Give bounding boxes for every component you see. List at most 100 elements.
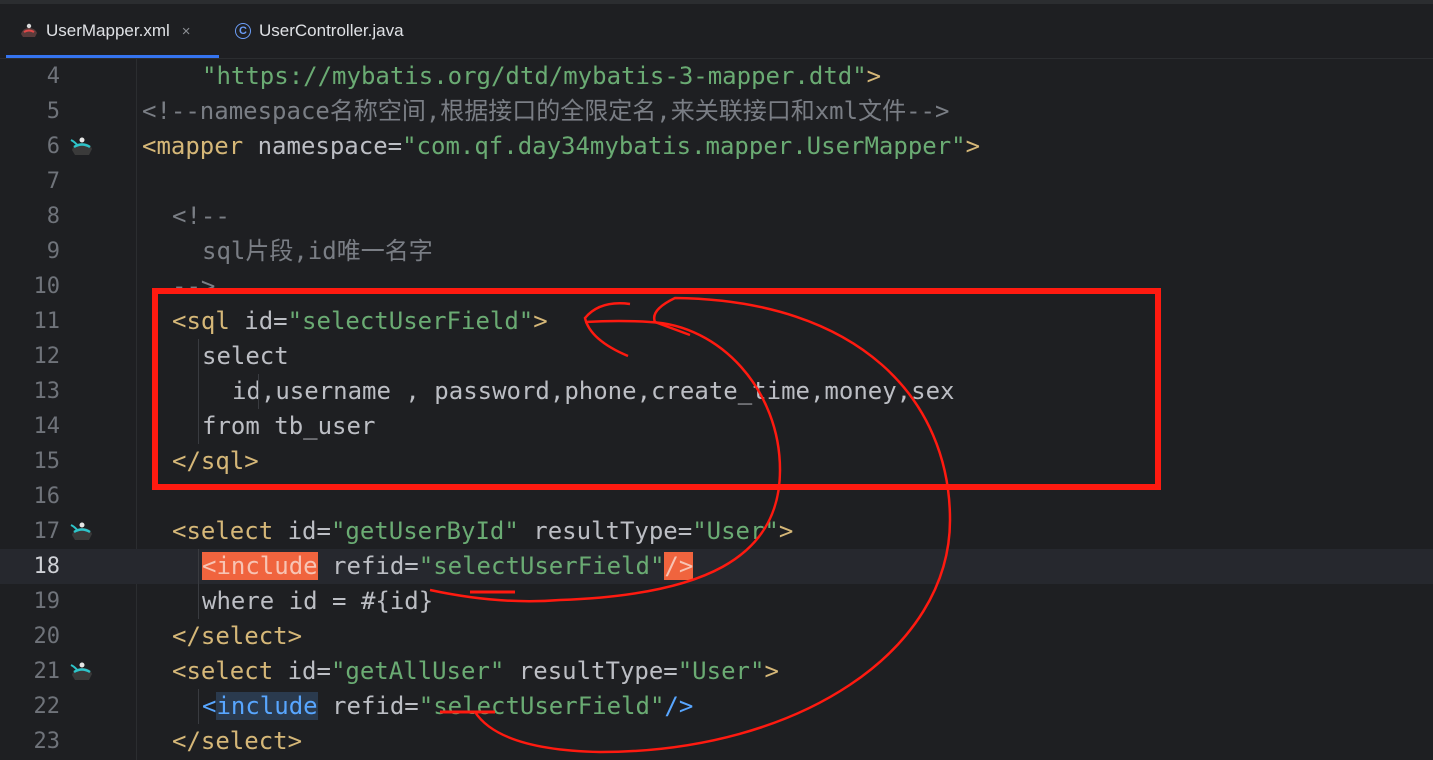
code-token: "https://mybatis.org/dtd/mybatis-3-mappe… xyxy=(202,62,867,90)
code-text: <select id="getAllUser" resultType="User… xyxy=(172,654,779,689)
code-text: </sql> xyxy=(172,444,259,479)
code-token: </select> xyxy=(172,622,303,650)
line-number: 15 xyxy=(33,449,61,474)
code-token: refid= xyxy=(317,692,419,720)
code-token: <!-- xyxy=(172,202,230,230)
line-number: 22 xyxy=(33,694,61,719)
mybatis-mapper-icon[interactable] xyxy=(68,659,96,683)
line-number: 12 xyxy=(33,344,61,369)
line-number: 6 xyxy=(46,134,60,159)
code-text: <!-- xyxy=(172,199,230,234)
code-token: <sql xyxy=(172,307,245,335)
code-line[interactable]: 14 from tb_user xyxy=(0,409,1433,444)
code-line[interactable]: 11 <sql id="selectUserField"> xyxy=(0,304,1433,339)
code-line[interactable]: 12 select xyxy=(0,339,1433,374)
line-number: 19 xyxy=(33,589,61,614)
code-token: > xyxy=(965,132,981,160)
code-token: select xyxy=(202,342,289,370)
code-token: from tb_user xyxy=(202,412,376,440)
code-token: --> xyxy=(172,272,216,300)
line-number: 11 xyxy=(33,309,61,334)
tab-label: UserController.java xyxy=(259,21,404,40)
code-token: "getUserById" xyxy=(330,517,519,545)
code-token: sql片段,id唯一名字 xyxy=(202,237,433,265)
line-number: 23 xyxy=(33,729,61,754)
code-token: "selectUserField" xyxy=(287,307,534,335)
mybatis-mapper-icon[interactable] xyxy=(68,519,96,543)
code-text: </select> xyxy=(172,724,302,759)
code-text: select xyxy=(202,339,289,374)
code-line[interactable]: 18 <include refid="selectUserField"/> xyxy=(0,549,1433,584)
code-token: refid= xyxy=(317,552,419,580)
code-token: "User" xyxy=(677,657,765,685)
code-text: from tb_user xyxy=(202,409,375,444)
code-line[interactable]: 9 sql片段,id唯一名字 xyxy=(0,234,1433,269)
code-line[interactable]: 17 <select id="getUserById" resultType="U… xyxy=(0,514,1433,549)
line-number: 21 xyxy=(33,659,61,684)
code-token: id= xyxy=(287,657,331,685)
line-number: 9 xyxy=(46,239,60,264)
code-token: > xyxy=(533,307,548,335)
code-text: "https://mybatis.org/dtd/mybatis-3-mappe… xyxy=(202,59,881,94)
code-line[interactable]: 19 where id = #{id} xyxy=(0,584,1433,619)
code-text: sql片段,id唯一名字 xyxy=(202,234,433,269)
close-icon[interactable]: × xyxy=(182,23,191,40)
code-line[interactable]: 6 <mapper namespace="com.qf.day34mybatis.… xyxy=(0,129,1433,164)
code-line[interactable]: 22 <include refid="selectUserField"/> xyxy=(0,689,1433,724)
code-token: <!--namespace名称空间,根据接口的全限定名,来关联接口和xml文件-… xyxy=(142,97,950,125)
code-text: <mapper namespace="com.qf.day34mybatis.m… xyxy=(142,129,980,164)
code-line[interactable]: 15 </sql> xyxy=(0,444,1433,479)
tab-usercontroller-java[interactable]: C UserController.java xyxy=(235,4,404,58)
code-text: </select> xyxy=(172,619,302,654)
indent-guide xyxy=(258,374,259,409)
mybatis-mapper-icon[interactable] xyxy=(68,134,96,158)
code-text: <sql id="selectUserField"> xyxy=(172,304,548,339)
code-line[interactable]: 23 </select> xyxy=(0,724,1433,759)
code-line[interactable]: 8 <!-- xyxy=(0,199,1433,234)
code-line[interactable]: 21 <select id="getAllUser" resultType="Us… xyxy=(0,654,1433,689)
code-token: </select> xyxy=(172,727,303,755)
code-token: < xyxy=(202,692,217,720)
code-token: resultType= xyxy=(504,657,678,685)
code-token: <mapper xyxy=(142,132,258,160)
line-number: 17 xyxy=(33,519,61,544)
indent-guide xyxy=(198,549,199,619)
code-token: "User" xyxy=(692,517,779,545)
code-editor[interactable]: 4 "https://mybatis.org/dtd/mybatis-3-mapp… xyxy=(0,59,1433,760)
code-line[interactable]: 10 --> xyxy=(0,269,1433,304)
line-number: 14 xyxy=(33,414,61,439)
code-text: <include refid="selectUserField"/> xyxy=(202,549,694,584)
active-tab-indicator xyxy=(6,55,219,58)
ibatis-icon xyxy=(21,23,37,37)
code-line[interactable]: 5 <!--namespace名称空间,根据接口的全限定名,来关联接口和xml文件… xyxy=(0,94,1433,129)
code-token: > xyxy=(866,62,882,90)
code-token: namespace= xyxy=(257,132,403,160)
line-number: 13 xyxy=(33,379,61,404)
code-token: <include xyxy=(202,552,318,580)
code-token: > xyxy=(764,657,779,685)
line-number: 10 xyxy=(33,274,61,299)
code-text: <include refid="selectUserField"/> xyxy=(202,689,693,724)
code-token: "getAllUser" xyxy=(330,657,505,685)
code-token: id= xyxy=(244,307,288,335)
code-text: where id = #{id} xyxy=(202,584,433,619)
code-text: <select id="getUserById" resultType="Use… xyxy=(172,514,793,549)
code-line[interactable]: 4 "https://mybatis.org/dtd/mybatis-3-mapp… xyxy=(0,59,1433,94)
editor-tab-bar: UserMapper.xml × C UserController.java xyxy=(0,4,1433,59)
line-number: 7 xyxy=(46,169,60,194)
code-token: </sql> xyxy=(172,447,259,475)
indent-guide xyxy=(198,339,199,444)
code-line[interactable]: 13 id,username , password,phone,create_ti… xyxy=(0,374,1433,409)
code-token: id,username , password,phone,create_time… xyxy=(232,377,955,405)
code-token: where id = #{id} xyxy=(202,587,434,615)
code-text: <!--namespace名称空间,根据接口的全限定名,来关联接口和xml文件-… xyxy=(142,94,949,129)
code-line[interactable]: 20 </select> xyxy=(0,619,1433,654)
code-token: > xyxy=(778,517,794,545)
tab-usermapper-xml[interactable]: UserMapper.xml × xyxy=(6,4,219,58)
code-token: "selectUserField" xyxy=(418,692,665,720)
code-line[interactable]: 16 xyxy=(0,479,1433,514)
code-token: /> xyxy=(664,692,694,720)
code-token: resultType= xyxy=(518,517,693,545)
line-number: 4 xyxy=(46,64,60,89)
code-line[interactable]: 7 xyxy=(0,164,1433,199)
